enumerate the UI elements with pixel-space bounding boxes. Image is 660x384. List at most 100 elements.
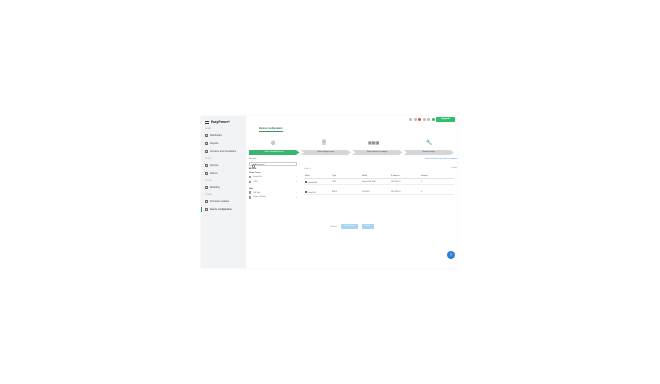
cell-type: UPS <box>332 181 336 183</box>
chevron-right-icon: › <box>296 191 297 195</box>
alarm-icon <box>205 172 208 175</box>
devices-icon <box>205 164 208 167</box>
config-icon <box>205 208 208 211</box>
topbar: Upgrade <box>409 117 455 122</box>
menu-icon[interactable] <box>205 120 209 124</box>
cell-ip: 192.168.1.6 <box>391 191 401 193</box>
sidebar-item-label: Modeling <box>210 186 220 189</box>
status-icon <box>431 118 435 121</box>
logo-text: EasyPower+ <box>211 120 230 124</box>
filter-panel: Devices All devices BLUDH Model Name Eas… <box>249 158 301 199</box>
column-header-ip[interactable]: IP address <box>391 175 421 178</box>
tab-device-configuration[interactable]: Device configuration <box>259 127 283 132</box>
previous-button[interactable]: < Previous <box>340 224 358 229</box>
wizard-step-1[interactable]: Select compatible devices <box>249 150 300 155</box>
wizard-progress: Select compatible devices Select setting… <box>249 150 455 155</box>
sidebar-item-services[interactable]: Services and Operations <box>205 149 245 154</box>
sidebar-item-devices[interactable]: Devices <box>205 163 245 168</box>
filter-option[interactable]: Home S4 Site › <box>249 196 297 200</box>
cell-model: Smart-UPS 1500 <box>362 181 376 183</box>
cell-type: EPDU <box>332 191 337 193</box>
chevron-right-icon: › <box>296 175 297 179</box>
settings-icon[interactable] <box>422 118 426 121</box>
modeling-icon <box>205 186 208 189</box>
user-icon[interactable] <box>427 118 430 121</box>
filter-title: Devices <box>249 158 257 160</box>
sidebar-section-home: HOME <box>205 128 211 130</box>
filter-option[interactable]: Easy Pin1 › <box>249 175 297 179</box>
filter-option-label: Home S4 Site <box>253 196 266 199</box>
sidebar-item-label: Firmware updates <box>210 200 230 203</box>
sidebar-item-firmware[interactable]: Firmware updates <box>205 199 245 204</box>
sidebar-item-reports[interactable]: Reports <box>205 141 245 146</box>
app-window: EasyPower+ HOME Dashboard Reports Servic… <box>201 116 457 268</box>
checkbox[interactable] <box>249 180 252 183</box>
table-row[interactable]: ups/node04 UPS Smart-UPS 1500 192.168.1.… <box>304 180 454 185</box>
table-row[interactable]: Easy Pin1 EPDU 1P/16/20 192.168.1.6 0 <box>304 190 454 195</box>
wizard-step-3[interactable]: Select devices to configure <box>352 150 403 155</box>
sidebar-item-label: Device configuration <box>210 208 232 211</box>
sidebar-item-label: Dashboard <box>210 134 222 137</box>
main-content: Upgrade Device configuration ◎ 🗎 ▦▦▦ 🔧 S… <box>246 116 457 268</box>
filter-option-label: Easy Pin1 <box>253 175 263 178</box>
wizard-step-4[interactable]: Review changes <box>403 150 454 155</box>
help-icon[interactable] <box>409 118 412 121</box>
device-icon <box>305 190 307 194</box>
sidebar-item-label: Reports <box>210 142 219 145</box>
device-name: ups/node04 <box>307 181 318 184</box>
wizard-step-2[interactable]: Select settings to write <box>300 150 351 155</box>
sidebar-item-dashboard[interactable]: Dashboard <box>205 133 245 138</box>
reports-icon <box>205 142 208 145</box>
sidebar-item-device-configuration[interactable]: Device configuration <box>201 207 245 212</box>
device-name: Easy Pin1 <box>307 191 316 194</box>
wizard-footer: Cancel < Previous Next <box>330 224 374 229</box>
wrench-icon: 🔧 <box>426 140 433 146</box>
search-input[interactable]: Search <box>304 167 364 171</box>
notification-icon[interactable] <box>413 118 417 121</box>
chevron-right-icon: › <box>296 195 297 199</box>
help-chat-button[interactable]: ? <box>447 251 455 259</box>
column-header-settings[interactable]: Settings <box>421 175 444 178</box>
wizard-step-icons: ◎ 🗎 ▦▦▦ 🔧 <box>249 140 455 148</box>
services-icon <box>205 150 208 153</box>
column-header-name[interactable]: Name <box>304 175 332 178</box>
upgrade-button[interactable]: Upgrade <box>436 117 455 122</box>
filter-group-title: Site <box>249 187 253 190</box>
sidebar-item-label: Devices <box>210 164 219 167</box>
sidebar-item-label: Services and Operations <box>210 150 237 153</box>
device-icon <box>305 180 307 184</box>
next-button[interactable]: Next <box>361 224 374 229</box>
filter-option-label: UPS <box>253 180 258 183</box>
sidebar: EasyPower+ HOME Dashboard Reports Servic… <box>201 116 246 268</box>
filter-group-title: Model Name <box>249 172 261 174</box>
column-header-model[interactable]: Model <box>362 175 391 178</box>
checkbox[interactable] <box>249 175 252 179</box>
sidebar-item-alarms[interactable]: Alarms <box>205 171 245 176</box>
devices-icon: ▦▦▦ <box>368 140 380 145</box>
table-header: Name Type Model IP address Settings <box>304 175 454 179</box>
filter-group-title: BLUDH <box>249 168 257 170</box>
column-header-type[interactable]: Type <box>332 175 362 178</box>
device-scope-select[interactable]: All devices <box>249 162 297 168</box>
cell-name: Easy Pin1 <box>304 190 332 194</box>
document-icon: 🗎 <box>322 140 327 146</box>
checkbox[interactable] <box>249 191 252 194</box>
firmware-icon <box>205 200 208 203</box>
checkbox[interactable] <box>249 196 252 199</box>
cell-name: ups/node04 <box>304 180 332 184</box>
chevron-right-icon: › <box>296 180 297 184</box>
help-link[interactable]: Select the devices you wish to configure <box>425 158 457 160</box>
cell-settings: 0 <box>421 181 422 183</box>
filter-option[interactable]: UPS › <box>249 180 297 184</box>
sidebar-section-tools: TOOLS <box>205 180 212 182</box>
cell-ip: 192.168.1.5 <box>391 181 401 183</box>
item-count: 2 items <box>451 167 457 169</box>
cell-settings: 0 <box>421 191 422 193</box>
filter-option[interactable]: Hill Site › <box>249 191 297 195</box>
cancel-button[interactable]: Cancel <box>330 226 337 228</box>
sidebar-item-modeling[interactable]: Modeling <box>205 185 245 190</box>
cell-model: 1P/16/20 <box>362 191 370 193</box>
filter-option-label: Hill Site <box>253 191 261 194</box>
alert-icon[interactable] <box>418 118 421 121</box>
target-icon: ◎ <box>271 140 276 146</box>
